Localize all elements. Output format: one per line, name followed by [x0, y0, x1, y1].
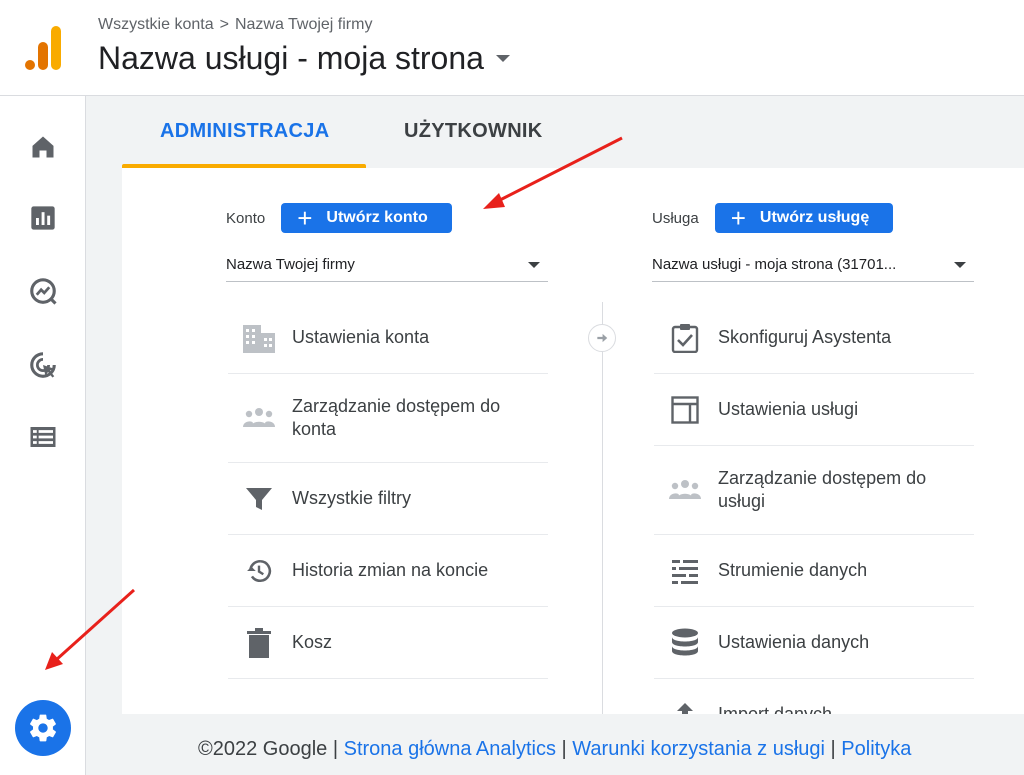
create-account-button[interactable]: + Utwórz konto	[281, 203, 452, 233]
breadcrumb-all-accounts[interactable]: Wszystkie konta	[98, 16, 214, 33]
menu-item-change-history[interactable]: Historia zmian na koncie	[228, 535, 548, 607]
create-property-button[interactable]: + Utwórz usługę	[714, 203, 894, 233]
menu-item-property-settings[interactable]: Ustawienia usługi	[654, 374, 974, 446]
trash-icon	[242, 626, 276, 660]
menu-item-account-settings[interactable]: Ustawienia konta	[228, 302, 548, 374]
page-title: Nazwa usługi - moja strona	[98, 40, 484, 76]
menu-item-data-import[interactable]: Import danych	[654, 679, 974, 714]
menu-item-trash[interactable]: Kosz	[228, 607, 548, 679]
column-divider	[602, 302, 603, 714]
menu-item-label: Skonfiguruj Asystenta	[718, 327, 892, 347]
copyright: ©2022 Google	[198, 738, 328, 760]
explore-icon[interactable]	[26, 274, 60, 308]
admin-card: Konto + Utwórz konto Nazwa Twojej firmy …	[122, 168, 1024, 714]
admin-tabs: ADMINISTRACJA UŻYTKOWNIK	[122, 98, 1024, 168]
create-account-label: Utwórz konto	[326, 209, 428, 226]
account-selected-value: Nazwa Twojej firmy	[226, 256, 355, 273]
property-label: Usługa	[652, 209, 699, 227]
account-column-header: Konto + Utwórz konto	[226, 203, 452, 233]
breadcrumb-separator: >	[219, 16, 229, 33]
tab-user[interactable]: UŻYTKOWNIK	[404, 120, 543, 143]
dropdown-arrow-icon	[954, 262, 966, 268]
menu-item-label: Ustawienia konta	[292, 327, 430, 347]
database-icon	[668, 626, 702, 660]
gear-icon	[30, 714, 56, 742]
menu-item-label: Import danych	[718, 704, 833, 714]
footer-link-terms[interactable]: Warunki korzystania z usługi	[572, 738, 825, 760]
menu-item-label: Zarządzanie dostępem do usługi	[718, 468, 927, 511]
footer: ©2022 Google | Strona główna Analytics |…	[198, 738, 911, 761]
footer-link-privacy[interactable]: Polityka	[841, 738, 911, 760]
menu-item-label: Ustawienia usługi	[718, 399, 859, 419]
home-icon[interactable]	[26, 130, 60, 164]
footer-link-analytics-home[interactable]: Strona główna Analytics	[344, 738, 556, 760]
dropdown-caret-icon	[495, 55, 510, 62]
layout-icon	[668, 393, 702, 427]
building-icon	[242, 321, 276, 355]
clipboard-check-icon	[668, 321, 702, 355]
upload-icon	[668, 698, 702, 714]
analytics-logo-icon[interactable]	[24, 24, 64, 72]
data-streams-icon	[668, 554, 702, 588]
menu-item-account-access[interactable]: Zarządzanie dostępem do konta	[228, 374, 548, 463]
tab-admin[interactable]: ADMINISTRACJA	[160, 120, 329, 143]
dropdown-arrow-icon	[528, 262, 540, 268]
property-selector[interactable]: Nazwa usługi - moja strona	[98, 40, 510, 77]
account-label: Konto	[226, 209, 266, 227]
advertising-icon[interactable]	[26, 348, 60, 382]
menu-item-property-access[interactable]: Zarządzanie dostępem do usługi	[654, 446, 974, 535]
plus-icon: +	[730, 203, 746, 233]
menu-item-label: Zarządzanie dostępem do konta	[292, 396, 501, 439]
menu-item-label: Wszystkie filtry	[292, 488, 411, 508]
plus-icon: +	[297, 203, 313, 233]
property-selected-value: Nazwa usługi - moja strona (31701...	[652, 256, 897, 273]
history-icon	[242, 554, 276, 588]
property-column-header: Usługa + Utwórz usługę	[652, 203, 894, 233]
reports-icon[interactable]	[26, 201, 60, 235]
menu-item-label: Ustawienia danych	[718, 632, 870, 652]
menu-item-label: Kosz	[292, 632, 333, 652]
menu-item-data-streams[interactable]: Strumienie danych	[654, 535, 974, 607]
configure-icon[interactable]	[26, 420, 60, 454]
footer-separator: |	[332, 738, 339, 760]
left-nav	[0, 96, 86, 775]
menu-item-data-settings[interactable]: Ustawienia danych	[654, 607, 974, 679]
people-icon	[668, 473, 702, 507]
account-selector[interactable]: Nazwa Twojej firmy	[226, 248, 548, 282]
admin-settings-button[interactable]	[15, 700, 71, 756]
ga-admin-page: Wszystkie konta > Nazwa Twojej firmy Nazwa…	[0, 0, 1024, 775]
menu-item-setup-assistant[interactable]: Skonfiguruj Asystenta	[654, 302, 974, 374]
top-header: Wszystkie konta > Nazwa Twojej firmy Nazwa…	[0, 0, 1024, 96]
people-icon	[242, 401, 276, 435]
property-selector[interactable]: Nazwa usługi - moja strona (31701...	[652, 248, 974, 282]
filter-icon	[242, 482, 276, 516]
menu-item-all-filters[interactable]: Wszystkie filtry	[228, 463, 548, 535]
menu-item-label: Strumienie danych	[718, 560, 868, 580]
move-arrow-button[interactable]	[588, 324, 616, 352]
breadcrumb-account[interactable]: Nazwa Twojej firmy	[235, 16, 373, 33]
footer-separator: |	[830, 738, 836, 760]
arrow-right-icon	[597, 333, 608, 343]
menu-item-label: Historia zmian na koncie	[292, 560, 489, 580]
footer-separator: |	[561, 738, 567, 760]
breadcrumb[interactable]: Wszystkie konta > Nazwa Twojej firmy	[98, 16, 372, 34]
create-property-label: Utwórz usługę	[759, 209, 870, 226]
